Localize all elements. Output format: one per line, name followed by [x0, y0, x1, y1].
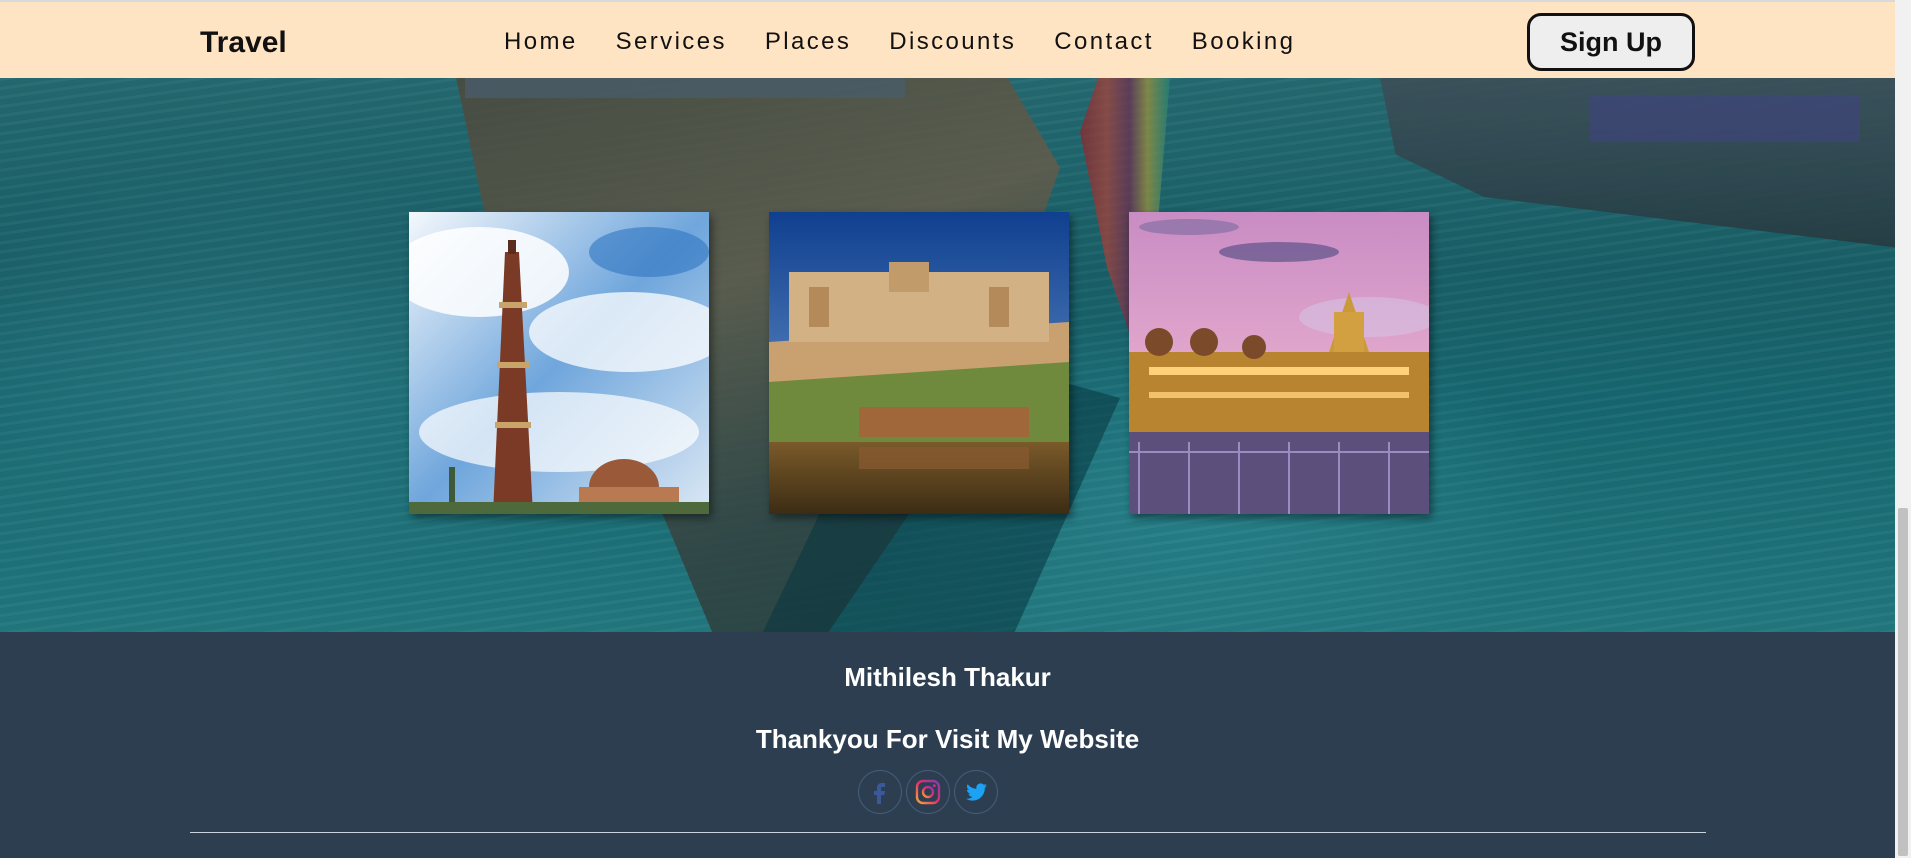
social-links [858, 770, 1002, 814]
facebook-link[interactable] [858, 770, 902, 814]
nav-booking[interactable]: Booking [1192, 28, 1296, 56]
signup-button[interactable]: Sign Up [1527, 13, 1695, 71]
gallery-card-fort[interactable] [769, 212, 1069, 514]
nav-discounts[interactable]: Discounts [889, 28, 1016, 56]
footer-author-name: Mithilesh Thakur [844, 662, 1051, 692]
instagram-icon [915, 779, 941, 805]
instagram-link[interactable] [906, 770, 950, 814]
twitter-icon [966, 783, 987, 801]
brand-logo[interactable]: Travel [200, 26, 287, 60]
hero-background [0, 78, 1895, 632]
minaret-image [409, 212, 709, 514]
nav-services[interactable]: Services [616, 28, 727, 56]
twitter-link[interactable] [954, 770, 998, 814]
palace-image [1129, 212, 1429, 514]
nav-home[interactable]: Home [504, 28, 578, 56]
nav-places[interactable]: Places [765, 28, 851, 56]
page-viewport: Travel Home Services Places Discounts Co… [0, 0, 1895, 858]
facebook-icon [874, 783, 885, 804]
footer-thanks-message: Thankyou For Visit My Website [755, 724, 1140, 754]
site-footer: Mithilesh Thakur Thankyou For Visit My W… [0, 632, 1895, 858]
gallery-card-palace[interactable] [1129, 212, 1429, 514]
gallery-card-minaret[interactable] [409, 212, 709, 514]
nav-contact[interactable]: Contact [1054, 28, 1154, 56]
page-scrollbar[interactable] [1895, 0, 1911, 858]
fort-image [769, 212, 1069, 514]
main-nav: Home Services Places Discounts Contact B… [504, 28, 1333, 56]
top-navbar: Travel Home Services Places Discounts Co… [0, 0, 1895, 78]
footer-divider [190, 832, 1706, 833]
scrollbar-thumb[interactable] [1898, 508, 1908, 856]
